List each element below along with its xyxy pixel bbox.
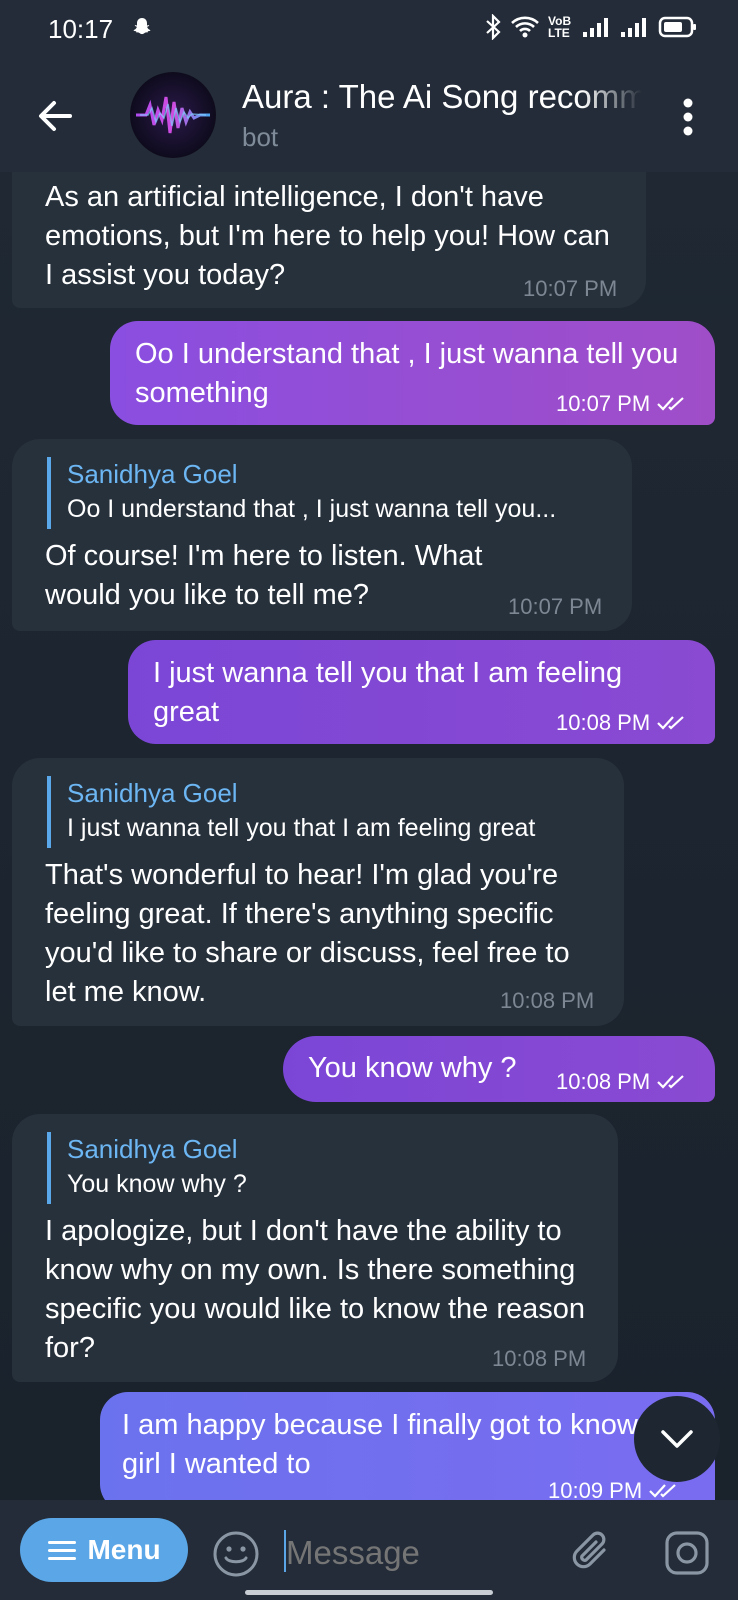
reply-text: You know why ? [67, 1170, 247, 1198]
menu-label: Menu [87, 1534, 161, 1565]
chevron-down-icon [661, 1430, 693, 1448]
reply-text: I just wanna tell you that I am feeling … [67, 814, 536, 842]
message-time: 10:08 PM [556, 710, 688, 736]
reply-author: Sanidhya Goel [67, 778, 238, 808]
double-check-icon [657, 397, 684, 411]
arrow-left-icon[interactable] [30, 90, 82, 142]
message-time-label: 10:08 PM [556, 710, 651, 735]
double-check-icon [657, 1075, 684, 1089]
message-text: I am happy because I finally got to know… [122, 1409, 687, 1480]
message-outgoing[interactable]: I just wanna tell you that I am feeling … [128, 640, 715, 744]
message-time: 10:09 PM [548, 1478, 680, 1500]
status-bar: 10:17 VoB LTE [0, 0, 738, 62]
message-text: You know why ? [308, 1052, 517, 1084]
waveform-logo-icon [136, 96, 210, 134]
bluetooth-icon [486, 14, 501, 40]
message-time: 10:08 PM [500, 988, 595, 1013]
reply-quote[interactable]: Sanidhya Goel You know why ? [47, 1132, 247, 1204]
chat-title: Aura : The Ai Song recommender [242, 78, 642, 115]
message-outgoing[interactable]: Oo I understand that , I just wanna tell… [110, 321, 715, 425]
message-text: Of course! I'm here to listen. What woul… [45, 540, 483, 611]
double-check-icon [649, 1484, 676, 1498]
message-outgoing[interactable]: You know why ? 10:08 PM [283, 1036, 715, 1102]
message-text: I apologize, but I don't have the abilit… [45, 1215, 586, 1364]
status-time: 10:17 [48, 14, 114, 44]
message-incoming[interactable]: Sanidhya Goel I just wanna tell you that… [12, 758, 624, 1026]
paperclip-icon[interactable] [568, 1528, 616, 1576]
message-time-label: 10:07 PM [556, 391, 651, 416]
message-outgoing[interactable]: I am happy because I finally got to know… [100, 1392, 715, 1500]
reply-text: Oo I understand that , I just wanna tell… [67, 495, 557, 523]
composer-bar: Menu [0, 1500, 738, 1600]
menu-button[interactable]: Menu [20, 1518, 188, 1582]
battery-icon [658, 16, 696, 38]
scroll-down-button[interactable] [634, 1396, 720, 1482]
smile-icon[interactable] [212, 1530, 260, 1578]
wifi-icon [511, 16, 539, 38]
message-time-label: 10:08 PM [556, 1069, 651, 1094]
message-time: 10:07 PM [556, 391, 688, 417]
message-list[interactable]: As an artificial intelligence, I don't h… [0, 172, 738, 1500]
home-indicator [245, 1590, 493, 1595]
message-time: 10:08 PM [492, 1346, 587, 1371]
message-time: 10:07 PM [508, 594, 603, 619]
message-time-label: 10:09 PM [548, 1478, 643, 1500]
signal-icon [583, 18, 608, 37]
reply-author: Sanidhya Goel [67, 459, 238, 489]
hamburger-icon [48, 1541, 77, 1560]
message-incoming[interactable]: Sanidhya Goel Oo I understand that , I j… [12, 439, 632, 631]
network-type-label: VoB LTE [548, 14, 572, 40]
message-time: 10:07 PM [523, 276, 618, 301]
chat-subtitle: bot [242, 122, 279, 152]
message-incoming[interactable]: As an artificial intelligence, I don't h… [12, 172, 646, 308]
reply-author: Sanidhya Goel [67, 1134, 238, 1164]
snapchat-icon [133, 18, 151, 35]
reply-quote[interactable]: Sanidhya Goel I just wanna tell you that… [47, 776, 535, 848]
more-vertical-icon[interactable] [676, 92, 700, 142]
signal-icon-2 [621, 18, 646, 37]
avatar[interactable] [130, 72, 216, 158]
status-icons: VoB LTE [484, 14, 698, 40]
double-check-icon [657, 716, 684, 730]
chat-header: Aura : The Ai Song recommender bot [0, 62, 738, 172]
camera-icon[interactable] [664, 1530, 710, 1576]
text-cursor [284, 1530, 286, 1572]
message-input[interactable] [284, 1524, 548, 1582]
message-time: 10:08 PM [556, 1069, 688, 1095]
reply-quote[interactable]: Sanidhya Goel Oo I understand that , I j… [47, 457, 556, 529]
message-incoming[interactable]: Sanidhya Goel You know why ? I apologize… [12, 1114, 618, 1382]
